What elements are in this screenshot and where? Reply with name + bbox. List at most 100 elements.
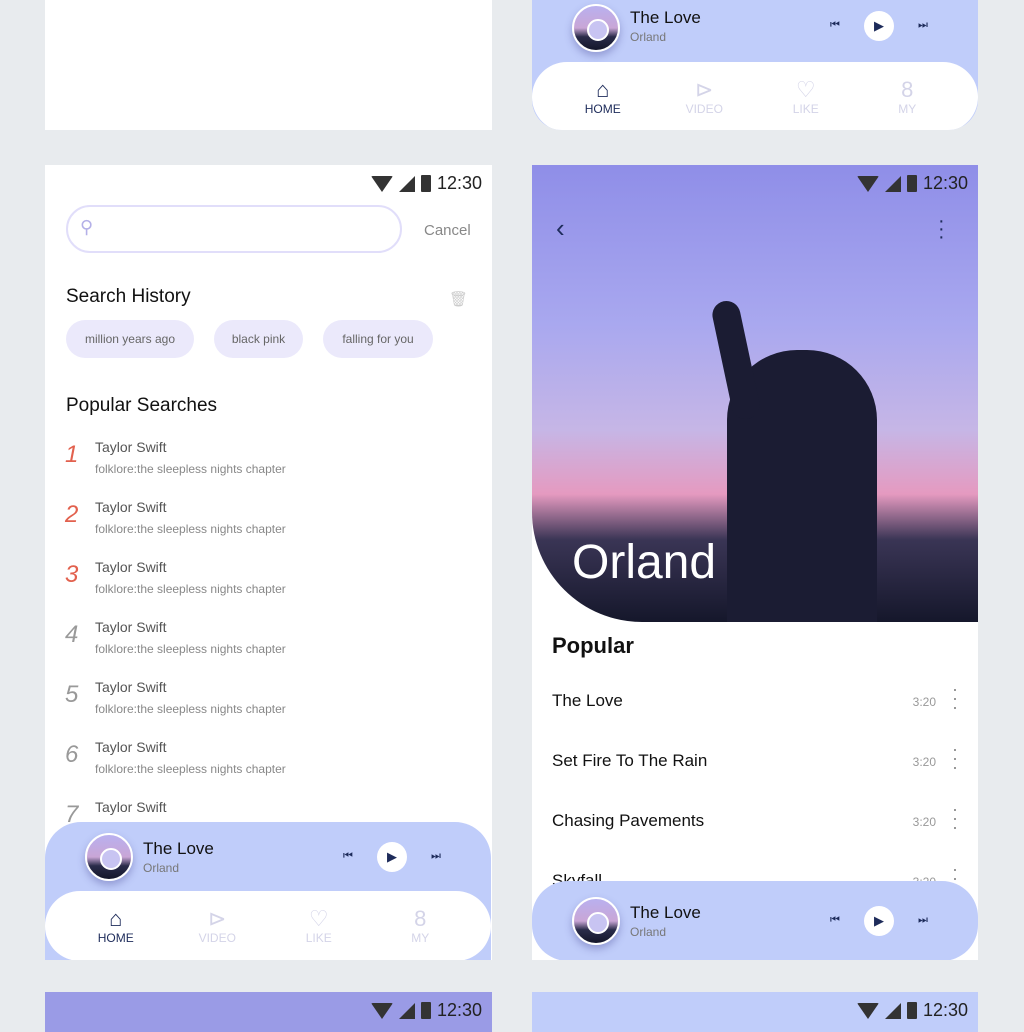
blank-screen-top bbox=[45, 0, 492, 130]
player-artist: Orland bbox=[630, 925, 667, 939]
wifi-icon bbox=[856, 1002, 879, 1019]
nav-label: HOME bbox=[584, 102, 621, 116]
nav-like[interactable]: ♡ LIKE bbox=[776, 77, 836, 117]
search-icon: ⚲ bbox=[80, 217, 94, 237]
popular-search-item[interactable]: 2 Taylor Swift folklore:the sleepless ni… bbox=[45, 499, 491, 559]
nav-label: HOME bbox=[97, 931, 134, 945]
song-row[interactable]: Chasing Pavements 3:20 · · · bbox=[532, 800, 978, 871]
video-icon: ⊳ bbox=[695, 77, 714, 102]
home-icon: ⌂ bbox=[109, 906, 123, 931]
signal-icon bbox=[884, 1002, 901, 1019]
song-title: Chasing Pavements bbox=[552, 811, 705, 830]
play-button[interactable]: ▶ bbox=[864, 906, 894, 936]
wifi-icon bbox=[856, 175, 879, 192]
nav-label: VIDEO bbox=[685, 102, 723, 116]
silhouette-arm bbox=[709, 298, 763, 422]
more-icon[interactable]: ··· bbox=[952, 680, 958, 716]
play-button[interactable]: ▶ bbox=[864, 11, 894, 41]
search-input[interactable]: ⚲ bbox=[66, 205, 402, 253]
nav-my[interactable]: 8 MY bbox=[877, 78, 937, 117]
item-title: Taylor Swift bbox=[95, 499, 167, 515]
nav-home[interactable]: ⌂ HOME bbox=[86, 906, 146, 946]
popular-search-item[interactable]: 1 Taylor Swift folklore:the sleepless ni… bbox=[45, 439, 491, 499]
album-art bbox=[572, 4, 620, 52]
nav-video[interactable]: ⊳ VIDEO bbox=[187, 907, 247, 946]
signal-icon bbox=[884, 175, 901, 192]
battery-icon bbox=[420, 175, 431, 192]
item-subtitle: folklore:the sleepless nights chapter bbox=[95, 762, 286, 776]
status-time: 12:30 bbox=[922, 1000, 968, 1020]
item-title: Taylor Swift bbox=[95, 559, 167, 575]
popular-search-item[interactable]: 6 Taylor Swift folklore:the sleepless ni… bbox=[45, 739, 491, 799]
popular-title: Popular bbox=[552, 633, 634, 658]
screen-bottom-right: 12:30 bbox=[532, 992, 978, 1032]
popular-search-item[interactable]: 3 Taylor Swift folklore:the sleepless ni… bbox=[45, 559, 491, 619]
player-title: The Love bbox=[630, 8, 701, 27]
popular-searches-title: Popular Searches bbox=[66, 395, 218, 416]
history-chip[interactable]: falling for you bbox=[323, 320, 433, 358]
status-time: 12:30 bbox=[436, 173, 482, 193]
nav-home[interactable]: ⌂ HOME bbox=[573, 77, 633, 117]
play-icon: ▶ bbox=[874, 18, 884, 33]
history-chip[interactable]: million years ago bbox=[66, 320, 194, 358]
player-title: The Love bbox=[630, 903, 701, 922]
history-chip[interactable]: black pink bbox=[214, 320, 303, 358]
nav-label: LIKE bbox=[792, 102, 819, 116]
play-icon: ▶ bbox=[874, 913, 884, 928]
heart-icon: ♡ bbox=[308, 906, 329, 931]
skip-previous-icon[interactable]: ⏮ bbox=[343, 850, 353, 863]
skip-next-icon[interactable]: ⏭ bbox=[431, 850, 441, 863]
song-duration: 3:20 bbox=[912, 815, 936, 829]
more-icon[interactable]: ··· bbox=[952, 800, 958, 836]
popular-search-item[interactable]: 4 Taylor Swift folklore:the sleepless ni… bbox=[45, 619, 491, 679]
item-title: Taylor Swift bbox=[95, 739, 167, 755]
back-icon[interactable]: ‹ bbox=[556, 213, 565, 244]
bottom-nav: ⌂ HOME ⊳ VIDEO ♡ LIKE 8 MY bbox=[45, 891, 491, 960]
item-subtitle: folklore:the sleepless nights chapter bbox=[95, 582, 286, 596]
album-art bbox=[572, 897, 620, 945]
nav-label: VIDEO bbox=[198, 931, 236, 945]
screen-top-right: The Love Orland ⏮ ▶ ⏭ ⌂ HOME ⊳ VIDEO ♡ LIKE… bbox=[532, 0, 978, 130]
song-row[interactable]: The Love 3:20 · · · bbox=[532, 680, 978, 751]
item-title: Taylor Swift bbox=[95, 439, 167, 455]
trash-icon[interactable]: 🗑 bbox=[449, 290, 468, 308]
skip-next-icon[interactable]: ⏭ bbox=[918, 19, 928, 32]
battery-icon bbox=[906, 1002, 917, 1019]
more-icon[interactable]: ··· bbox=[938, 211, 946, 247]
nav-like[interactable]: ♡ LIKE bbox=[289, 906, 349, 946]
skip-previous-icon[interactable]: ⏮ bbox=[830, 19, 840, 32]
skip-previous-icon[interactable]: ⏮ bbox=[830, 914, 840, 927]
player-title: The Love bbox=[143, 839, 214, 858]
heart-icon: ♡ bbox=[795, 77, 816, 102]
nav-label: MY bbox=[898, 102, 917, 116]
song-row[interactable]: Set Fire To The Rain 3:20 · · · bbox=[532, 740, 978, 811]
wifi-icon bbox=[370, 175, 393, 192]
skip-next-icon[interactable]: ⏭ bbox=[918, 914, 928, 927]
battery-icon bbox=[906, 175, 917, 192]
item-title: Taylor Swift bbox=[95, 799, 167, 815]
search-screen: 12:30 ⚲ Cancel Search History 🗑 million … bbox=[45, 165, 492, 960]
item-subtitle: folklore:the sleepless nights chapter bbox=[95, 702, 286, 716]
signal-icon bbox=[398, 175, 415, 192]
status-bar: 12:30 bbox=[370, 1000, 482, 1021]
album-art bbox=[85, 833, 133, 881]
song-duration: 3:20 bbox=[912, 755, 936, 769]
home-icon: ⌂ bbox=[596, 77, 610, 102]
cancel-button[interactable]: Cancel bbox=[424, 222, 471, 239]
more-icon[interactable]: ··· bbox=[952, 740, 958, 776]
nav-video[interactable]: ⊳ VIDEO bbox=[674, 77, 734, 117]
rank-number: 3 bbox=[65, 561, 79, 588]
popular-search-item[interactable]: 5 Taylor Swift folklore:the sleepless ni… bbox=[45, 679, 491, 739]
player-artist: Orland bbox=[630, 30, 667, 44]
nav-label: LIKE bbox=[305, 931, 332, 945]
item-subtitle: folklore:the sleepless nights chapter bbox=[95, 462, 286, 476]
rank-number: 4 bbox=[65, 621, 79, 648]
nav-my[interactable]: 8 MY bbox=[390, 907, 450, 946]
item-subtitle: folklore:the sleepless nights chapter bbox=[95, 642, 286, 656]
song-title: The Love bbox=[552, 691, 623, 710]
rank-number: 5 bbox=[65, 681, 79, 708]
status-time: 12:30 bbox=[436, 1000, 482, 1020]
play-button[interactable]: ▶ bbox=[377, 842, 407, 872]
play-icon: ▶ bbox=[387, 849, 397, 864]
rank-number: 1 bbox=[65, 441, 79, 468]
